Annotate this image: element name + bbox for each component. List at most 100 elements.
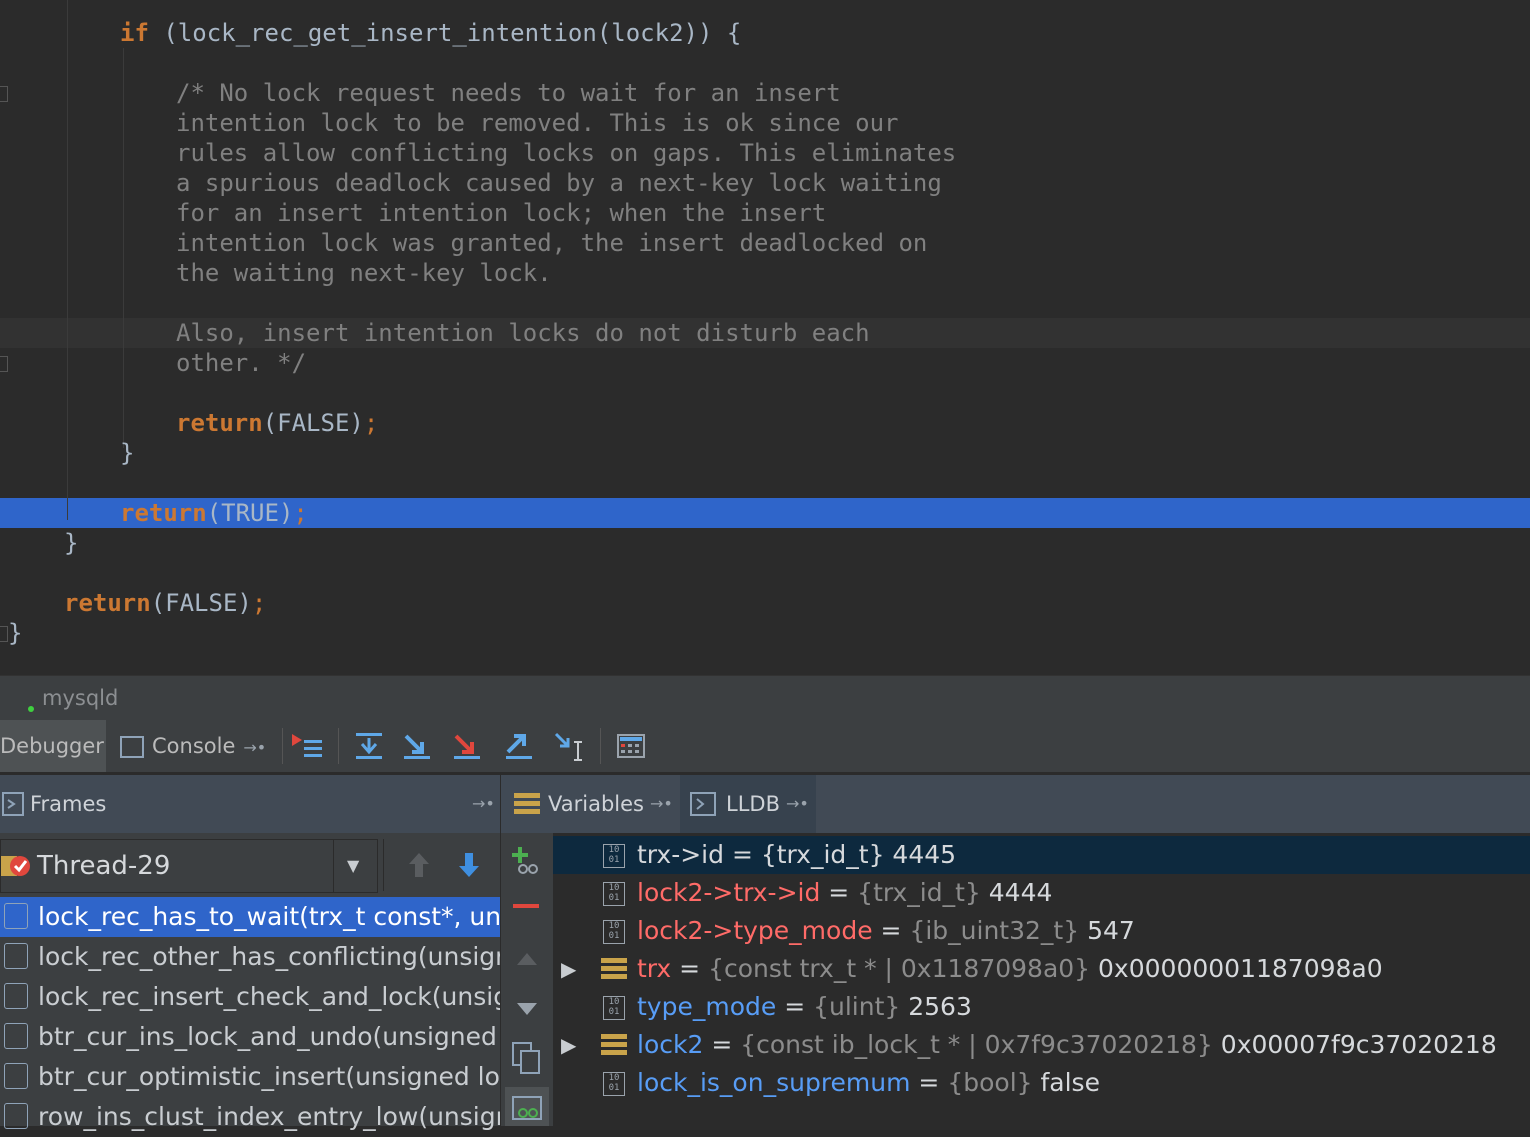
frames-panel-title: Frames	[30, 792, 107, 816]
expand-arrow-icon[interactable]: ▶	[561, 1026, 576, 1064]
fold-marker-icon[interactable]	[0, 356, 8, 372]
remove-watch-icon[interactable]	[513, 899, 541, 913]
force-step-into-icon[interactable]	[450, 730, 484, 762]
code-text: (lock_rec_get_insert_intention(lock2)) {	[148, 19, 742, 47]
tab-debugger-label: Debugger	[0, 734, 104, 758]
show-execution-point-icon[interactable]	[290, 730, 324, 762]
stack-frame[interactable]: btr_cur_optimistic_insert(unsigned long,…	[0, 1057, 500, 1097]
keyword: return	[120, 499, 207, 527]
new-watch-icon[interactable]	[511, 845, 543, 877]
variable-row[interactable]: ▶ trx = {const trx_t * | 0x1187098a0} 0x…	[553, 950, 1530, 988]
semicolon: ;	[363, 409, 379, 437]
semicolon: ;	[293, 499, 308, 527]
stack-frame[interactable]: lock_rec_insert_check_and_lock(unsigned …	[0, 977, 500, 1017]
variable-value: false	[1032, 1068, 1100, 1097]
variable-value: 547	[1079, 916, 1135, 945]
stack-frame[interactable]: lock_rec_has_to_wait(trx_t const*, unsig…	[0, 897, 500, 937]
variable-row[interactable]: 10 01 lock_is_on_supremum = {bool} false	[553, 1064, 1530, 1102]
watch-icon: 10 01	[603, 996, 625, 1020]
struct-icon	[601, 1034, 627, 1056]
stack-frame-label: btr_cur_optimistic_insert(unsigned long,…	[38, 1062, 500, 1091]
tab-variables[interactable]: Variables	[548, 775, 644, 833]
keyword: if	[120, 19, 149, 47]
equals-sign: =	[910, 1068, 948, 1097]
variables-toolbar	[500, 833, 554, 1126]
console-icon	[120, 736, 144, 758]
tab-console[interactable]: Console →•	[112, 720, 282, 772]
struct-icon	[601, 958, 627, 980]
running-indicator-icon	[28, 706, 34, 712]
variable-type: {ib_uint32_t}	[909, 916, 1080, 945]
variable-type: {trx_id_t}	[760, 840, 885, 869]
lldb-console-icon	[690, 792, 716, 816]
comment-line: for an insert intention lock; when the i…	[176, 199, 827, 227]
fold-marker-icon[interactable]	[0, 626, 8, 642]
variables-icon	[514, 793, 540, 815]
pin-icon[interactable]: →•	[786, 775, 809, 833]
variable-type: {trx_id_t}	[857, 878, 981, 907]
thread-selector[interactable]: Thread-29 ▼	[0, 839, 378, 893]
tab-lldb-label: LLDB	[726, 792, 780, 816]
move-down-icon[interactable]	[515, 1001, 539, 1017]
indent-guide	[123, 48, 124, 448]
watch-icon: 10 01	[603, 1072, 625, 1096]
tab-debugger[interactable]: Debugger	[0, 720, 106, 772]
frames-panel: Thread-29 ▼ lock_rec_has_to_wait(trx_t c…	[0, 833, 500, 1131]
comment-line: Also, insert intention locks do not dist…	[176, 319, 870, 347]
variable-name: trx->id	[637, 840, 724, 869]
variable-name: lock2->trx->id	[637, 878, 821, 907]
variable-row[interactable]: 10 01 lock2->type_mode = {ib_uint32_t} 54…	[553, 912, 1530, 950]
variable-type: {ulint}	[813, 992, 901, 1021]
stack-frame[interactable]: row_ins_clust_index_entry_low(unsigned l…	[0, 1097, 500, 1137]
code-editor[interactable]: if (lock_rec_get_insert_intention(lock2)…	[0, 0, 1530, 675]
dropdown-divider	[333, 840, 334, 892]
step-out-icon[interactable]	[502, 730, 536, 762]
debug-session-bar: mysqld	[0, 675, 1530, 721]
variable-row[interactable]: 10 01 trx->id = {trx_id_t} 4445	[553, 836, 1530, 874]
variable-name: type_mode	[637, 992, 777, 1021]
frame-icon	[4, 1063, 28, 1089]
stack-frame[interactable]: lock_rec_other_has_conflicting(unsigned …	[0, 937, 500, 977]
variable-row[interactable]: ▶ lock2 = {const ib_lock_t * | 0x7f9c370…	[553, 1026, 1530, 1064]
current-execution-line: return(TRUE);	[120, 498, 308, 528]
next-frame-arrow-down-icon[interactable]	[456, 851, 482, 879]
step-into-icon[interactable]	[400, 730, 434, 762]
code-line: }	[64, 529, 79, 557]
fold-marker-icon[interactable]	[0, 86, 8, 102]
keyword: return	[64, 589, 151, 617]
stack-frame[interactable]: btr_cur_ins_lock_and_undo(unsigned long,…	[0, 1017, 500, 1057]
variable-name: lock2->type_mode	[637, 916, 873, 945]
chevron-down-icon[interactable]: ▼	[347, 840, 359, 892]
process-name[interactable]: mysqld	[42, 676, 118, 721]
evaluate-expression-icon[interactable]	[614, 730, 648, 762]
debug-panels-header: Frames →• Variables →• LLDB →•	[0, 775, 1530, 833]
thread-suspended-icon	[1, 856, 30, 876]
variable-row[interactable]: 10 01 type_mode = {ulint} 2563	[553, 988, 1530, 1026]
comment-line: rules allow conflicting locks on gaps. T…	[176, 139, 957, 167]
move-up-icon[interactable]	[515, 951, 539, 967]
equals-sign: =	[776, 992, 814, 1021]
show-watches-toggle[interactable]	[505, 1087, 549, 1126]
comment-line: /* No lock request needs to wait for an …	[176, 79, 841, 107]
variables-panel: 10 01 trx->id = {trx_id_t} 4445 10 01 lock…	[553, 833, 1530, 1126]
stack-frame-label: lock_rec_has_to_wait(trx_t const*, unsig…	[38, 902, 500, 931]
thread-name: Thread-29	[37, 851, 171, 881]
previous-frame-arrow-up-icon[interactable]	[406, 851, 432, 879]
equals-sign: =	[820, 878, 858, 907]
semicolon: ;	[251, 589, 267, 617]
pin-icon[interactable]: →•	[650, 775, 673, 833]
pin-icon[interactable]: →•	[243, 738, 266, 757]
variable-row[interactable]: 10 01 lock2->trx->id = {trx_id_t} 4444	[553, 874, 1530, 912]
step-over-icon[interactable]	[352, 730, 386, 762]
copy-icon[interactable]	[511, 1041, 543, 1075]
toolbar-separator	[338, 728, 339, 764]
equals-sign: =	[703, 1030, 741, 1059]
stack-frame-label: lock_rec_other_has_conflicting(unsigned …	[38, 942, 500, 971]
run-to-cursor-icon[interactable]	[552, 730, 586, 762]
pin-icon[interactable]: →•	[472, 775, 495, 833]
comment-line: intention lock was granted, the insert d…	[176, 229, 928, 257]
debugger-toolbar: Debugger Console →•	[0, 720, 1530, 773]
stack-frame-label: btr_cur_ins_lock_and_undo(unsigned long,…	[38, 1022, 500, 1051]
frame-icon	[4, 903, 28, 929]
expand-arrow-icon[interactable]: ▶	[561, 950, 576, 988]
